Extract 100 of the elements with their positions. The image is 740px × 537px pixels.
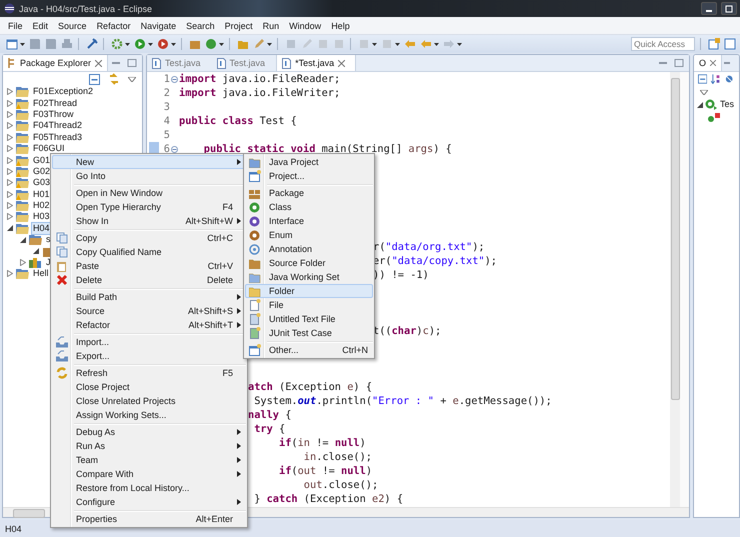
maximize-button[interactable] xyxy=(721,2,737,15)
close-icon[interactable] xyxy=(338,60,346,66)
menu-item[interactable]: Go Into xyxy=(52,169,246,183)
menu-item[interactable]: Source Alt+Shift+S xyxy=(52,304,246,318)
collapsed-arrow-icon[interactable] xyxy=(7,134,13,141)
menu-item[interactable]: Project xyxy=(220,20,258,30)
collapsed-arrow-icon[interactable] xyxy=(7,213,13,220)
tree-item[interactable]: H04 xyxy=(32,222,51,234)
menu-item[interactable]: Java Project xyxy=(245,155,373,169)
collapsed-arrow-icon[interactable] xyxy=(7,122,13,130)
menu-item[interactable]: Build Path xyxy=(52,290,246,304)
caret-icon[interactable] xyxy=(171,42,176,46)
folder-icon[interactable] xyxy=(237,38,249,50)
editor-tab[interactable]: *Test.java xyxy=(276,55,356,71)
maximize-icon[interactable] xyxy=(127,59,137,67)
tree-item[interactable]: G03 xyxy=(32,177,52,188)
tree-item[interactable]: F06GUI xyxy=(32,143,66,154)
caret-icon[interactable] xyxy=(219,42,224,46)
menu-item[interactable]: Class xyxy=(245,200,373,214)
perspective-icon[interactable] xyxy=(724,38,736,50)
quick-access-field[interactable]: Quick Access xyxy=(631,37,695,51)
collapsed-arrow-icon[interactable] xyxy=(20,259,26,266)
menu-item[interactable]: Source xyxy=(53,20,92,30)
menu-item[interactable]: Edit xyxy=(28,20,54,30)
menu-item[interactable]: Open Type Hierarchy F4 xyxy=(52,200,246,214)
menu-item[interactable]: Annotation xyxy=(245,242,373,256)
menu-item[interactable]: Show In Alt+Shift+W xyxy=(52,214,246,228)
left-arrow-icon[interactable] xyxy=(404,38,416,50)
expanded-arrow-icon[interactable] xyxy=(20,236,26,243)
caret-icon[interactable] xyxy=(395,42,400,46)
menu-item[interactable]: Project... xyxy=(245,169,373,183)
menu-item[interactable]: File xyxy=(3,20,28,30)
menu-item[interactable]: Untitled Text File xyxy=(245,312,373,326)
tree-item[interactable]: s xyxy=(45,234,52,246)
caret-icon[interactable] xyxy=(125,42,130,46)
collapsed-arrow-icon[interactable] xyxy=(7,202,13,210)
tree-item[interactable]: J xyxy=(45,257,52,268)
menu-item[interactable]: Package xyxy=(245,186,373,200)
tree-item[interactable]: G02 xyxy=(32,166,52,177)
menu-item[interactable]: Restore from Local History... xyxy=(52,481,246,495)
caret-icon[interactable] xyxy=(20,42,25,46)
menu-item[interactable]: Assign Working Sets... xyxy=(52,408,246,422)
play-icon[interactable] xyxy=(157,38,169,50)
minimize-button[interactable] xyxy=(701,2,717,15)
hide-fields-icon[interactable] xyxy=(724,74,733,84)
menu-item[interactable]: Open in New Window xyxy=(52,186,246,200)
tree-item[interactable]: F03Throw xyxy=(32,108,75,120)
sort-icon[interactable] xyxy=(711,74,721,84)
collapsed-arrow-icon[interactable] xyxy=(7,145,13,152)
tree-item[interactable]: Hell xyxy=(32,268,50,280)
expanded-arrow-icon[interactable] xyxy=(697,102,703,108)
tree-item[interactable]: F05Thread3 xyxy=(32,132,84,143)
collapsed-arrow-icon[interactable] xyxy=(7,168,13,175)
menu-item[interactable]: Navigate xyxy=(136,20,182,30)
menu-item[interactable]: Properties Alt+Enter xyxy=(52,512,246,526)
tree-item[interactable]: H03 xyxy=(32,211,51,222)
tree-item[interactable]: F02Thread xyxy=(32,98,78,109)
menu-item[interactable]: JUnit Test Case xyxy=(245,326,373,340)
maximize-icon[interactable] xyxy=(674,59,684,67)
editor-tab[interactable]: Test.java xyxy=(212,55,276,71)
menu-item[interactable]: Close Project xyxy=(52,380,246,394)
collapsed-arrow-icon[interactable] xyxy=(7,88,13,96)
menu-item[interactable]: Refactor Alt+Shift+T xyxy=(52,318,246,332)
menu-item[interactable]: Paste Ctrl+V xyxy=(52,259,246,273)
tree-item[interactable]: F04Thread2 xyxy=(32,120,84,132)
close-icon[interactable] xyxy=(710,60,716,66)
expanded-arrow-icon[interactable] xyxy=(7,225,13,232)
caret-icon[interactable] xyxy=(372,42,377,46)
menu-item[interactable]: Team xyxy=(52,453,246,467)
minimize-icon[interactable] xyxy=(723,59,732,67)
menu-item[interactable]: Copy Ctrl+C xyxy=(52,231,246,245)
menu-item[interactable]: Refresh F5 xyxy=(52,366,246,380)
caret-icon[interactable] xyxy=(457,42,462,46)
collapsed-arrow-icon[interactable] xyxy=(7,270,13,278)
caret-icon[interactable] xyxy=(148,42,153,46)
play-icon[interactable] xyxy=(134,38,146,50)
menu-item[interactable]: Debug As xyxy=(52,425,246,439)
close-icon[interactable] xyxy=(95,60,102,66)
view-tab[interactable]: Package Explorer xyxy=(3,55,108,71)
menu-item[interactable]: Interface xyxy=(245,214,373,228)
menu-item[interactable]: Close Unrelated Projects xyxy=(52,394,246,408)
collapsed-arrow-icon[interactable] xyxy=(7,100,13,107)
menu-item[interactable]: Search xyxy=(181,20,220,30)
menu-item[interactable]: New xyxy=(52,155,246,169)
fold-icon[interactable] xyxy=(171,76,178,82)
collapsed-arrow-icon[interactable] xyxy=(7,110,13,118)
tree-item[interactable]: H01 xyxy=(32,188,51,200)
menu-item[interactable]: File xyxy=(245,298,373,312)
menu-item[interactable]: Delete Delete xyxy=(52,273,246,287)
collapse-all-icon[interactable] xyxy=(89,74,100,84)
collapsed-arrow-icon[interactable] xyxy=(7,156,13,164)
collapse-all-icon[interactable] xyxy=(698,74,708,84)
editor-tab[interactable]: Test.java xyxy=(147,55,211,71)
vertical-scrollbar[interactable] xyxy=(670,72,680,507)
tree-item[interactable]: G01 xyxy=(32,154,52,166)
tree-item[interactable]: F01Exception2 xyxy=(32,86,94,98)
view-menu-icon[interactable] xyxy=(128,76,136,82)
menu-item[interactable]: Copy Qualified Name xyxy=(52,245,246,259)
menu-item[interactable]: Window xyxy=(284,20,326,30)
link-icon[interactable] xyxy=(108,73,120,85)
